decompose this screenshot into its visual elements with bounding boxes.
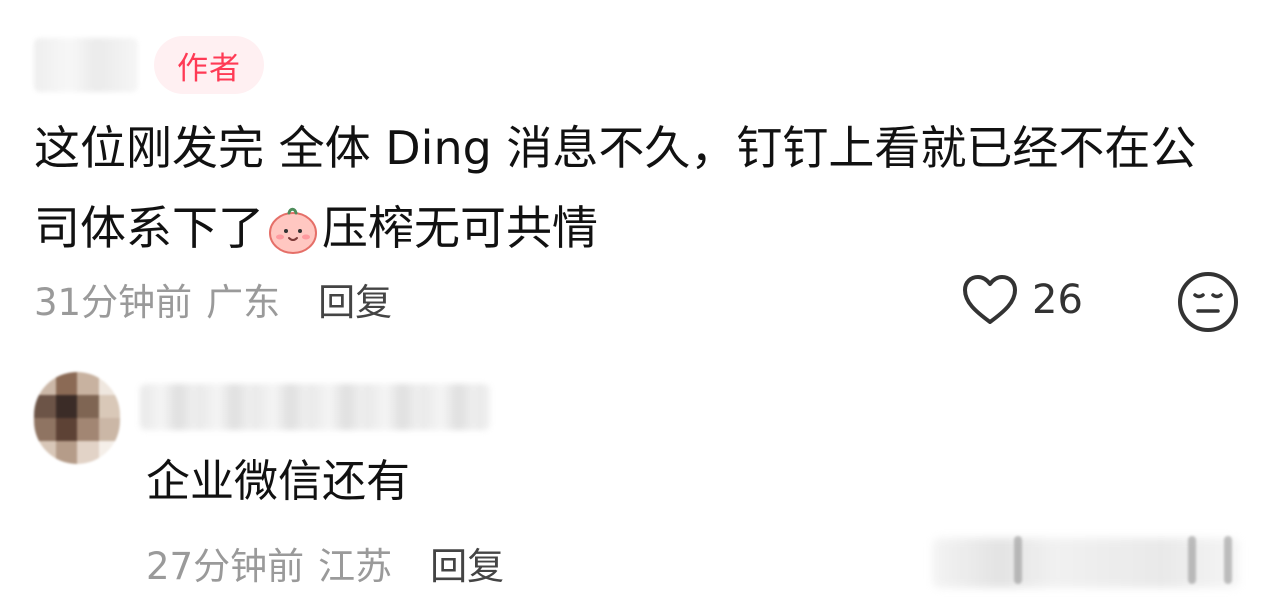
reply-location: 江苏	[318, 545, 393, 588]
reply-time: 27分钟前	[146, 545, 305, 588]
comment-text-line-2-before: 司体系下了	[34, 201, 264, 255]
comment-like-button[interactable]: 26	[960, 268, 1083, 332]
neutral-face-icon[interactable]	[1176, 270, 1240, 334]
comment-reply-button[interactable]: 回复	[318, 272, 392, 326]
reply-text: 企业微信还有	[146, 456, 410, 507]
reply-actions-blurred-bar-right-a	[1188, 536, 1196, 584]
reply-avatar-blurred[interactable]	[34, 372, 120, 464]
comment-username-blurred[interactable]	[34, 38, 138, 92]
comment-text-line-1: 这位刚发完 全体 Ding 消息不久，钉钉上看就已经不在公	[34, 121, 1197, 175]
reply-username-blurred[interactable]	[140, 384, 490, 430]
blushing-face-emoji-icon	[269, 207, 317, 254]
comment-meta: 31分钟前 广东 回复	[34, 274, 392, 324]
reply-meta: 27分钟前 江苏 回复	[146, 538, 504, 588]
reply-reply-button[interactable]: 回复	[430, 536, 504, 590]
comment-like-count: 26	[1032, 277, 1083, 323]
comment-location: 广东	[206, 281, 281, 324]
comment-text-line-2-after: 压榨无可共情	[322, 201, 598, 255]
comment-time: 31分钟前	[34, 281, 193, 324]
author-badge: 作者	[154, 36, 264, 94]
heart-outline-icon	[963, 275, 1017, 324]
reply-actions-blurred-bar-right-b	[1224, 536, 1232, 584]
reply-actions-blurred-bar-left	[1014, 536, 1022, 584]
comment-text-line-2: 司体系下了 压榨无可共情	[34, 188, 1244, 268]
comment-text: 这位刚发完 全体 Ding 消息不久，钉钉上看就已经不在公 司体系下了 压榨无可…	[34, 108, 1244, 268]
